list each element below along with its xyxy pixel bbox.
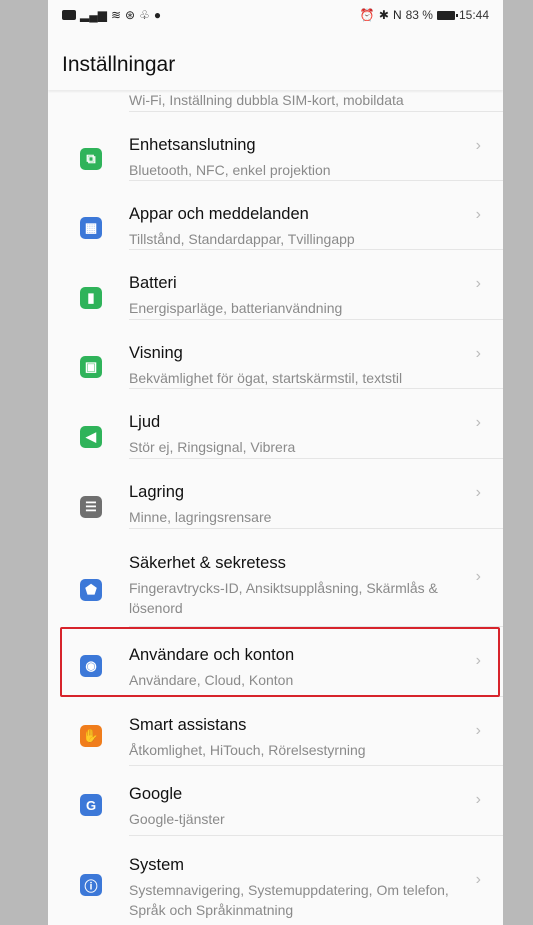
- settings-item-subtitle: Bluetooth, NFC, enkel projektion: [129, 162, 331, 178]
- signal-icon: ▂▄▆: [80, 8, 107, 22]
- settings-item-lagring[interactable]: ☰ Lagring Minne, lagringsrensare ›: [48, 459, 503, 529]
- settings-item-google[interactable]: G Google Google-tjänster ›: [48, 766, 503, 836]
- chevron-right-icon: ›: [475, 205, 481, 223]
- nfc-icon: N: [392, 8, 402, 22]
- hand-icon: ✋: [80, 725, 102, 747]
- wifi-icon: ≋: [110, 8, 122, 22]
- settings-item-title: Visning: [129, 344, 183, 362]
- settings-item-title: Batteri: [129, 274, 177, 292]
- notification-icon: ⊛: [125, 8, 136, 22]
- settings-item-title: Google: [129, 785, 183, 803]
- settings-item-title: Appar och meddelanden: [129, 205, 309, 223]
- settings-item-title: Säkerhet & sekretess: [129, 554, 286, 572]
- highlight-box: [60, 627, 500, 697]
- settings-item-title: Enhetsanslutning: [129, 136, 256, 154]
- google-icon: G: [80, 794, 102, 816]
- settings-item-batteri[interactable]: ▮ Batteri Energisparläge, batterianvändnin…: [48, 250, 503, 320]
- settings-item-title: System: [129, 856, 185, 874]
- settings-item-title: Smart assistans: [129, 716, 247, 734]
- alarm-icon: ⏰: [359, 8, 375, 22]
- chevron-right-icon: ›: [475, 568, 481, 585]
- settings-item-subtitle: Energisparläge, batterianvändning: [129, 300, 343, 316]
- settings-item-subtitle: Google-tjänster: [129, 811, 225, 827]
- battery-icon: ▮: [80, 287, 102, 309]
- chevron-right-icon: ›: [475, 870, 481, 888]
- bluetooth-icon: ✱: [378, 8, 389, 22]
- clock: 15:44: [458, 8, 489, 22]
- chevron-right-icon: ›: [475, 791, 481, 808]
- notification-icon: ♧: [139, 8, 150, 22]
- settings-item-ljud[interactable]: ◀ Ljud Stör ej, Ringsignal, Vibrera ›: [48, 389, 503, 459]
- chevron-right-icon: ›: [475, 721, 481, 739]
- settings-item-subtitle: Bekvämlighet för ögat, startskärmstil, t…: [129, 370, 403, 386]
- settings-item-title: Lagring: [129, 483, 185, 501]
- chevron-right-icon: ›: [475, 344, 481, 362]
- settings-item-subtitle: Tillstånd, Standardappar, Tvillingapp: [129, 231, 355, 247]
- chevron-right-icon: ›: [475, 275, 481, 292]
- sound-icon: ◀: [80, 426, 102, 448]
- page-title: Inställningar: [48, 40, 503, 90]
- chevron-right-icon: ›: [475, 414, 481, 431]
- settings-item-subtitle: Systemnavigering, Systemuppdatering, Om …: [129, 882, 449, 918]
- status-right-icons: ⏰ ✱ N 83 % 15:44: [360, 8, 489, 22]
- chevron-right-icon: ›: [475, 484, 481, 501]
- settings-item-smart-assistans[interactable]: ✋ Smart assistans Åtkomlighet, HiTouch, Rö…: [48, 697, 503, 766]
- settings-item-subtitle: Åtkomlighet, HiTouch, Rörelsestyrning: [129, 742, 366, 758]
- status-bar: ▂▄▆ ≋ ⊛ ♧ ● ⏰ ✱ N 83 % 15:44: [48, 0, 503, 30]
- settings-item-system[interactable]: ⓘ System Systemnavigering, Systemuppdateri…: [48, 836, 503, 925]
- device-connection-icon: ⧉: [80, 148, 102, 170]
- settings-item-subtitle: Stör ej, Ringsignal, Vibrera: [129, 439, 296, 455]
- settings-item-sakerhet-sekretess[interactable]: ⬟ Säkerhet & sekretess Fingeravtrycks-ID, …: [48, 529, 503, 627]
- settings-item-subtitle: Fingeravtrycks-ID, Ansiktsupplåsning, Sk…: [129, 580, 438, 616]
- storage-icon: ☰: [80, 496, 102, 518]
- settings-item-appar-och-meddelanden[interactable]: ▦ Appar och meddelanden Tillstånd, Standar…: [48, 181, 503, 250]
- battery-icon: [436, 10, 458, 20]
- settings-item-visning[interactable]: ▣ Visning Bekvämlighet för ögat, startskär…: [48, 320, 503, 389]
- settings-item-subtitle: Wi-Fi, Inställning dubbla SIM-kort, mobi…: [129, 92, 404, 108]
- settings-item-title: Ljud: [129, 413, 161, 431]
- sim-icon: [62, 10, 76, 20]
- battery-percent: 83 %: [405, 8, 433, 22]
- security-icon: ⬟: [80, 579, 102, 601]
- display-icon: ▣: [80, 356, 102, 378]
- status-left-icons: ▂▄▆ ≋ ⊛ ♧ ●: [62, 9, 161, 21]
- chevron-right-icon: ›: [475, 136, 481, 154]
- settings-item-enhetsanslutning[interactable]: ⧉ Enhetsanslutning Bluetooth, NFC, enkel p…: [48, 112, 503, 181]
- system-icon: ⓘ: [80, 874, 102, 896]
- record-icon: ●: [153, 8, 162, 22]
- apps-icon: ▦: [80, 217, 102, 239]
- settings-item-subtitle: Minne, lagringsrensare: [129, 509, 272, 525]
- settings-screen: ▂▄▆ ≋ ⊛ ♧ ● ⏰ ✱ N 83 % 15:44 Inställning…: [48, 0, 503, 925]
